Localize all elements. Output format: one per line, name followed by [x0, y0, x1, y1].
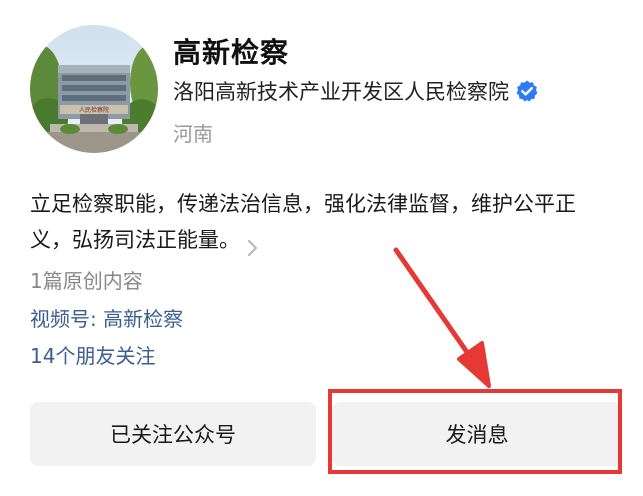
- description-line-2-row: 义，弘扬司法正能量。: [30, 222, 630, 258]
- organization-row: 洛阳高新技术产业开发区人民检察院: [173, 76, 539, 106]
- avatar-sign-text: 人民检察院: [79, 106, 109, 114]
- original-content-count[interactable]: 1篇原创内容: [30, 265, 143, 294]
- description-line-2: 义，弘扬司法正能量。: [30, 228, 240, 252]
- organization-name: 洛阳高新技术产业开发区人民检察院: [173, 80, 509, 104]
- avatar[interactable]: 人民检察院: [30, 25, 158, 153]
- friends-following-link[interactable]: 14个朋友关注: [30, 340, 155, 369]
- region-label: 河南: [173, 122, 213, 146]
- verified-badge-icon[interactable]: [515, 79, 539, 103]
- account-description[interactable]: 立足检察职能，传递法治信息，强化法律监督，维护公平正 义，弘扬司法正能量。: [30, 186, 630, 258]
- send-message-button[interactable]: 发消息: [332, 402, 622, 466]
- official-account-profile: 人民检察院 高新检察 洛阳高新技术产业开发区人民检察院 河南 立足检察职能，传递…: [0, 0, 643, 496]
- chevron-right-icon[interactable]: [246, 232, 260, 256]
- account-name: 高新检察: [173, 36, 290, 69]
- description-line-1: 立足检察职能，传递法治信息，强化法律监督，维护公平正: [30, 192, 576, 216]
- followed-account-button[interactable]: 已关注公众号: [30, 402, 316, 466]
- video-channel-link[interactable]: 视频号: 高新检察: [30, 303, 183, 332]
- avatar-building-image: 人民检察院: [30, 25, 158, 153]
